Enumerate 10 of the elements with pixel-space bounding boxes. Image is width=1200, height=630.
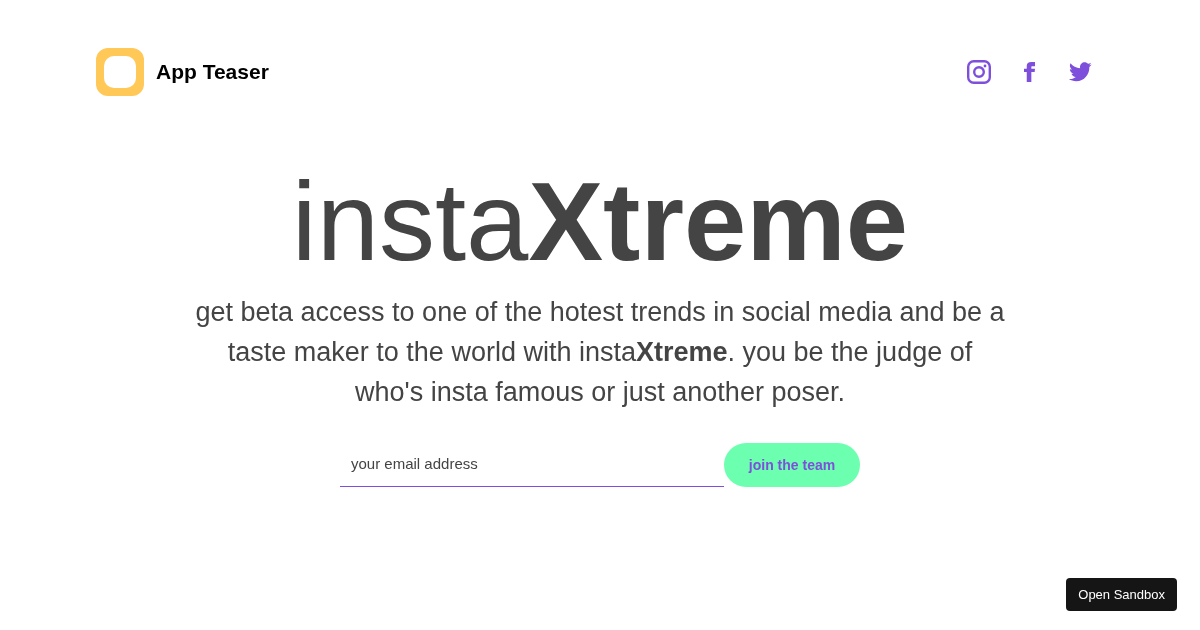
join-button[interactable]: join the team	[724, 443, 860, 487]
instagram-icon[interactable]	[967, 60, 991, 84]
hero-title: instaXtreme	[291, 158, 909, 286]
open-sandbox-button[interactable]: Open Sandbox	[1066, 578, 1177, 611]
email-field[interactable]: your email address	[340, 443, 724, 487]
facebook-icon[interactable]	[1024, 62, 1035, 82]
hero-description: get beta access to one of the hotest trends in social media and be a taste maker to the world with instaXtreme. you be the judge of who's insta famous or just another poser.	[194, 296, 1006, 409]
app-name: App Teaser	[156, 60, 269, 84]
logo-icon	[96, 48, 144, 96]
twitter-icon[interactable]	[1068, 62, 1092, 82]
